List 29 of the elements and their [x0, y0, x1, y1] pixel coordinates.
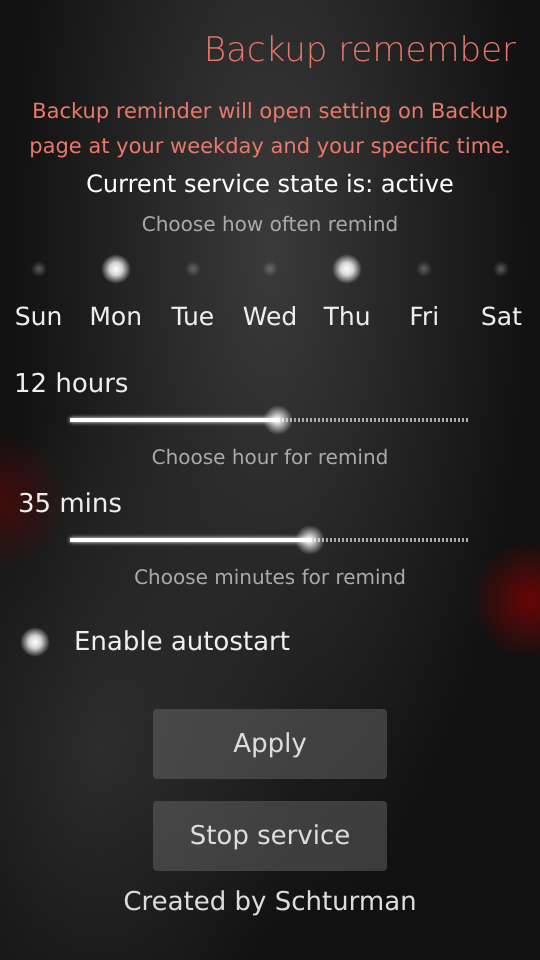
day-label: Sun: [14, 302, 62, 331]
days-hint: Choose how often remind: [142, 212, 398, 236]
day-switch-indicator[interactable]: [416, 261, 432, 277]
footer-text: Created by Schturman: [123, 887, 417, 917]
day-label: Thu: [324, 302, 371, 331]
apply-button[interactable]: Apply: [153, 709, 387, 779]
autostart-label: Enable autostart: [74, 627, 290, 657]
day-label: Mon: [89, 302, 142, 331]
slider-value: 12 hours: [14, 369, 128, 399]
description-text: Backup reminder will open setting on Backup page at your weekday and your specific time.: [28, 98, 512, 160]
day-label: Fri: [409, 302, 440, 331]
day-switch-indicator[interactable]: [332, 254, 362, 284]
day-label: Wed: [242, 302, 298, 331]
day-switch-indicator[interactable]: [262, 261, 278, 277]
day-label: Tue: [171, 302, 214, 331]
autostart-switch-indicator[interactable]: [20, 627, 50, 657]
slider-label: Choose minutes for remind: [134, 565, 406, 589]
slider-value: 35 mins: [18, 489, 122, 519]
day-switch-indicator[interactable]: [493, 261, 510, 277]
slider-handle[interactable]: [263, 405, 293, 435]
day-switch-indicator[interactable]: [30, 261, 47, 277]
day-switch-indicator[interactable]: [184, 261, 201, 277]
stop-service-button[interactable]: Stop service: [153, 801, 387, 871]
page-title: Backup remember: [204, 30, 516, 70]
day-switch-indicator[interactable]: [100, 254, 131, 284]
slider-handle[interactable]: [295, 525, 325, 555]
service-state-text: Current service state is: active: [86, 170, 454, 198]
day-label: Sat: [480, 302, 522, 331]
slider-label: Choose hour for remind: [152, 445, 388, 469]
